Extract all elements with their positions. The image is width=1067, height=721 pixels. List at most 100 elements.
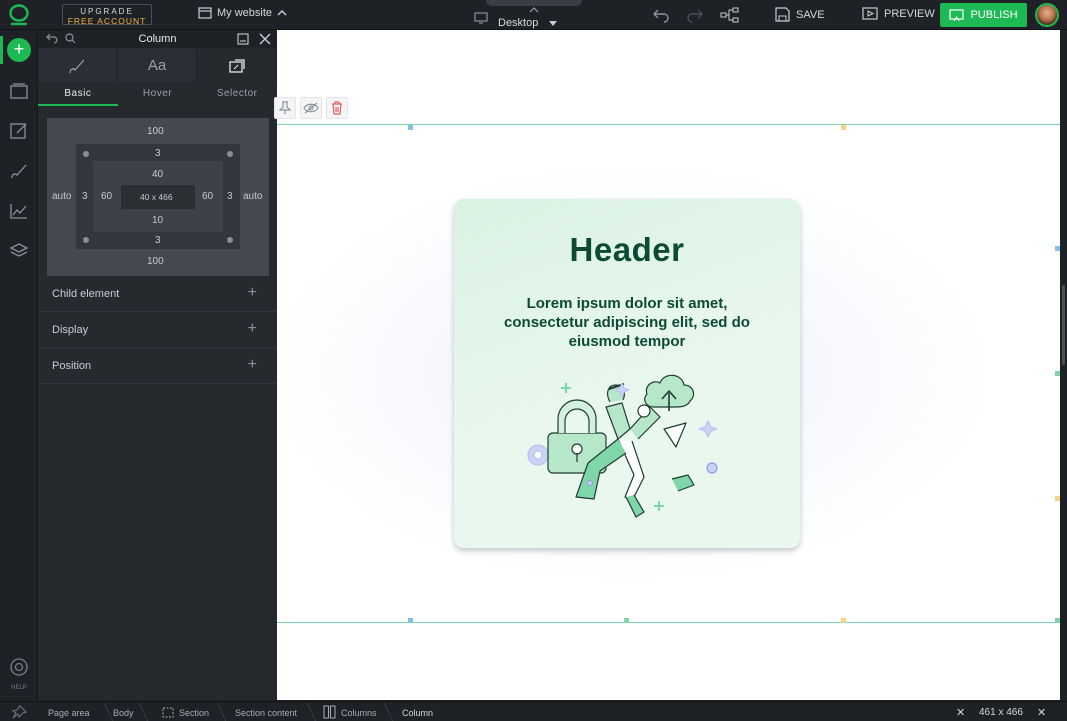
resize-handle[interactable] (624, 618, 629, 623)
breadcrumb-columns[interactable]: Columns (341, 708, 377, 718)
border-top-value[interactable]: 3 (155, 148, 161, 159)
border-left-value[interactable]: 3 (82, 191, 88, 202)
resize-handle[interactable] (408, 618, 413, 623)
canvas-scrollbar[interactable] (1060, 30, 1067, 700)
plus-icon: + (247, 356, 257, 373)
device-label: Desktop (498, 17, 539, 29)
layout-icon (229, 58, 245, 73)
upgrade-button[interactable]: UPGRADE FREE ACCOUNT (62, 4, 152, 26)
scrollbar-thumb[interactable] (1062, 285, 1065, 365)
tab-layout[interactable] (197, 49, 278, 82)
panel-subtabs: Basic Hover Selector (38, 82, 277, 106)
preview-button[interactable]: PREVIEW (862, 7, 935, 20)
play-icon (862, 7, 878, 20)
close-icon[interactable]: ✕ (1037, 706, 1046, 719)
margin-right-value[interactable]: auto (243, 191, 262, 202)
margin-top-value[interactable]: 100 (147, 126, 164, 137)
preview-label: PREVIEW (884, 7, 935, 20)
corner-handle[interactable] (83, 151, 89, 157)
breadcrumb-separator (375, 703, 394, 721)
breadcrumb-section[interactable]: Section (179, 708, 209, 718)
tab-typography[interactable]: Aa (117, 49, 198, 82)
breadcrumb-bar: Page area Body Section Section content C… (0, 701, 1067, 721)
content-card[interactable]: Header Lorem ipsum dolor sit amet, conse… (454, 199, 800, 548)
breadcrumb-separator (95, 703, 114, 721)
pin-button[interactable] (274, 97, 296, 119)
layers-icon[interactable] (9, 242, 29, 260)
padding-left-value[interactable]: 60 (101, 191, 112, 202)
save-button[interactable]: SAVE (775, 7, 825, 22)
padding-bottom-value[interactable]: 10 (152, 215, 163, 226)
site-selector[interactable]: My website (198, 7, 287, 19)
element-dimensions: 461 x 466 (979, 707, 1023, 718)
card-body-text[interactable]: Lorem ipsum dolor sit amet, consectetur … (502, 294, 752, 351)
analytics-icon[interactable] (9, 202, 29, 220)
sitemap-icon[interactable] (720, 7, 740, 23)
trash-icon (332, 101, 342, 115)
corner-handle[interactable] (227, 151, 233, 157)
section-display[interactable]: Display + (38, 312, 277, 348)
border-right-value[interactable]: 3 (227, 191, 233, 202)
undo-icon[interactable] (652, 7, 670, 23)
app-logo-icon[interactable] (7, 3, 31, 27)
pages-icon[interactable] (9, 82, 29, 100)
border-bottom-value[interactable]: 3 (155, 235, 161, 246)
brush-icon[interactable] (9, 162, 29, 180)
corner-handle[interactable] (227, 237, 233, 243)
edit-icon[interactable] (9, 122, 29, 140)
section-label: Display (52, 324, 89, 336)
desktop-icon (474, 12, 488, 24)
upgrade-label: UPGRADE (80, 7, 134, 16)
section-label: Child element (52, 288, 120, 300)
margin-left-value[interactable]: auto (52, 191, 71, 202)
rail-active-indicator (0, 36, 3, 64)
panel-header: Column (38, 30, 277, 48)
pin-icon[interactable] (11, 705, 27, 719)
redo-icon[interactable] (686, 7, 704, 23)
subtab-basic[interactable]: Basic (38, 82, 118, 106)
resize-handle[interactable] (408, 125, 413, 130)
hide-button[interactable] (300, 97, 322, 119)
help-label: HELP (11, 685, 27, 691)
plus-icon: + (247, 320, 257, 337)
columns-icon (323, 705, 336, 719)
tab-style[interactable] (38, 49, 118, 82)
corner-handle[interactable] (83, 237, 89, 243)
device-tab-handle[interactable] (486, 0, 582, 13)
close-icon[interactable] (259, 33, 271, 45)
section-icon (162, 707, 174, 718)
floppy-disk-icon (775, 7, 790, 22)
breadcrumb-column[interactable]: Column (402, 708, 433, 718)
column-settings-panel: Column Aa Basic Hover Selector 100 100 a… (38, 30, 278, 700)
panel-icon-tabs: Aa (38, 49, 278, 82)
subtab-selector[interactable]: Selector (197, 82, 277, 106)
help-icon[interactable] (9, 657, 29, 677)
breadcrumb-body[interactable]: Body (113, 708, 134, 718)
padding-top-value[interactable]: 40 (152, 169, 163, 180)
device-selector[interactable]: Desktop (474, 7, 558, 29)
site-name: My website (217, 7, 273, 19)
security-illustration-icon (527, 374, 718, 518)
resize-handle[interactable] (841, 618, 846, 623)
breadcrumb-separator (208, 703, 227, 721)
caret-down-icon (549, 21, 558, 26)
publish-button[interactable]: PUBLISH (940, 3, 1027, 27)
user-avatar[interactable] (1035, 3, 1059, 27)
window-icon (198, 7, 212, 19)
subtab-hover[interactable]: Hover (118, 82, 198, 106)
card-header[interactable]: Header (454, 231, 800, 269)
padding-right-value[interactable]: 60 (202, 191, 213, 202)
typography-icon: Aa (147, 57, 167, 74)
section-position[interactable]: Position + (38, 348, 277, 384)
delete-button[interactable] (326, 97, 348, 119)
section-child-element[interactable]: Child element + (38, 276, 277, 312)
add-element-button[interactable]: + (7, 38, 31, 62)
breadcrumb-section-content[interactable]: Section content (235, 708, 297, 718)
breadcrumb-page-area[interactable]: Page area (48, 708, 90, 718)
margin-bottom-value[interactable]: 100 (147, 256, 164, 267)
save-label: SAVE (796, 8, 825, 21)
close-icon[interactable]: ✕ (956, 706, 965, 719)
minimize-icon[interactable] (237, 33, 249, 45)
publish-label: PUBLISH (970, 9, 1018, 21)
resize-handle[interactable] (841, 125, 846, 130)
